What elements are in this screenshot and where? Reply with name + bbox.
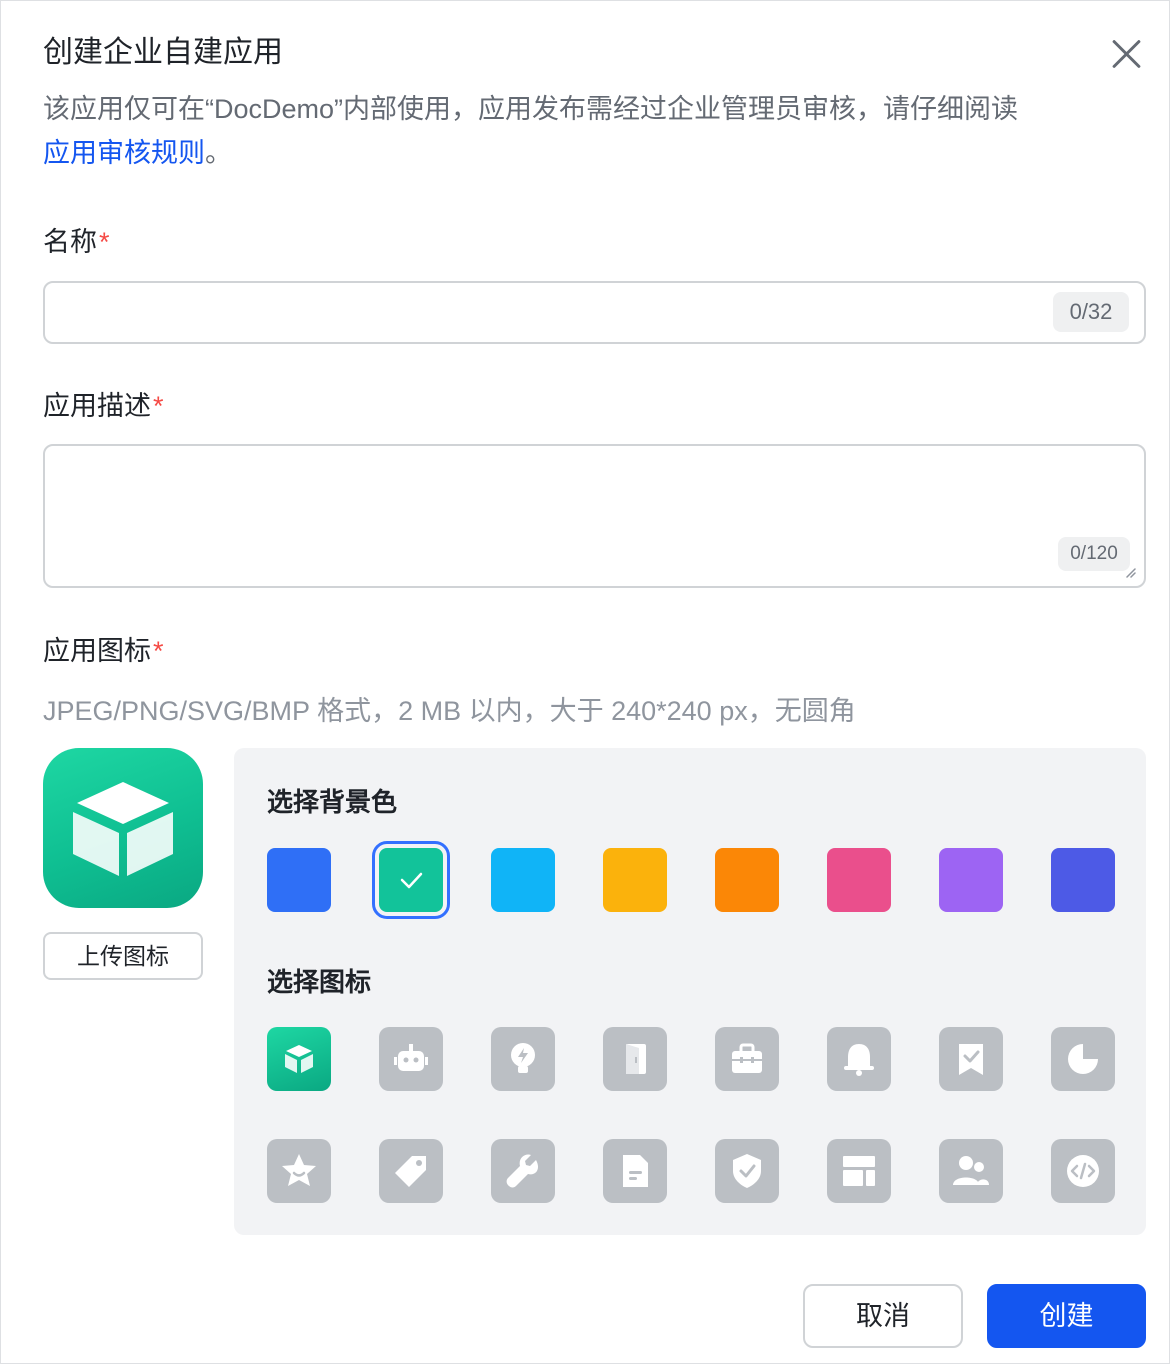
background-color-heading: 选择背景色 [267, 787, 398, 817]
star-icon [282, 1154, 316, 1186]
description-char-counter: 0/120 [1058, 537, 1130, 571]
icon-option-tag[interactable] [379, 1139, 443, 1203]
icon-option-bell[interactable] [827, 1027, 891, 1091]
icon-option-cube[interactable] [267, 1027, 331, 1091]
icon-option-shield[interactable] [715, 1139, 779, 1203]
icon-option-bookmark[interactable] [939, 1027, 1003, 1091]
description-label-text: 应用描述 [43, 391, 151, 421]
color-swatch[interactable] [715, 848, 779, 912]
icon-label: 应用图标* [43, 631, 164, 671]
color-swatch[interactable] [1051, 848, 1115, 912]
pie-chart-icon [1068, 1044, 1098, 1074]
color-swatch[interactable] [372, 841, 450, 919]
icon-format-hint: JPEG/PNG/SVG/BMP 格式，2 MB 以内，大于 240*240 p… [43, 696, 856, 726]
cube-icon [73, 782, 173, 876]
icon-option-door[interactable] [603, 1027, 667, 1091]
code-icon [1067, 1155, 1099, 1187]
layout-icon [843, 1156, 875, 1186]
bell-icon [844, 1044, 874, 1076]
icon-option-layout[interactable] [827, 1139, 891, 1203]
review-rules-link[interactable]: 应用审核规则 [43, 138, 205, 168]
check-icon [400, 872, 423, 889]
icon-option-wrench[interactable] [491, 1139, 555, 1203]
icon-option-users[interactable] [939, 1139, 1003, 1203]
cube-icon [285, 1045, 313, 1073]
users-icon [953, 1156, 989, 1185]
resize-handle-icon[interactable] [1124, 566, 1136, 578]
color-swatch[interactable] [491, 848, 555, 912]
robot-icon [394, 1044, 428, 1071]
wrench-icon [506, 1154, 539, 1188]
description-textarea[interactable]: 0/120 [43, 444, 1146, 588]
name-label-text: 名称 [43, 227, 97, 257]
color-swatch[interactable] [603, 848, 667, 912]
create-button[interactable]: 创建 [987, 1284, 1146, 1348]
tag-icon [395, 1156, 426, 1187]
icon-option-document[interactable] [603, 1139, 667, 1203]
icon-choice-heading: 选择图标 [267, 967, 372, 997]
upload-icon-button[interactable]: 上传图标 [43, 932, 203, 980]
dialog-title: 创建企业自建应用 [43, 36, 283, 69]
required-mark: * [99, 227, 110, 257]
icon-option-code[interactable] [1051, 1139, 1115, 1203]
description-label: 应用描述* [43, 386, 164, 426]
name-label: 名称* [43, 222, 110, 262]
required-mark: * [153, 391, 164, 421]
icon-preview [43, 748, 203, 908]
close-icon[interactable] [1105, 31, 1149, 75]
description-text: 该应用仅可在“DocDemo”内部使用，应用发布需经过企业管理员审核，请仔细阅读 [43, 94, 1019, 124]
name-char-counter: 0/32 [1053, 292, 1129, 332]
bookmark-check-icon [959, 1044, 983, 1075]
name-input[interactable]: 0/32 [43, 281, 1146, 344]
cancel-button[interactable]: 取消 [803, 1284, 963, 1348]
dialog-description: 该应用仅可在“DocDemo”内部使用，应用发布需经过企业管理员审核，请仔细阅读… [43, 87, 1103, 175]
icon-label-text: 应用图标 [43, 636, 151, 666]
color-swatch[interactable] [267, 848, 331, 912]
lightbulb-icon [511, 1043, 535, 1073]
door-icon [626, 1044, 646, 1074]
document-icon [623, 1155, 648, 1187]
icon-option-briefcase[interactable] [715, 1027, 779, 1091]
shield-check-icon [733, 1154, 761, 1188]
icon-option-lightbulb[interactable] [491, 1027, 555, 1091]
icon-option-robot[interactable] [379, 1027, 443, 1091]
color-swatch[interactable] [827, 848, 891, 912]
icon-option-star[interactable] [267, 1139, 331, 1203]
create-app-dialog: 创建企业自建应用 该应用仅可在“DocDemo”内部使用，应用发布需经过企业管理… [0, 0, 1170, 1364]
color-swatch[interactable] [939, 848, 1003, 912]
icon-picker-panel: 选择背景色 选择图标 [234, 748, 1146, 1235]
required-mark: * [153, 636, 164, 666]
icon-option-pie-chart[interactable] [1051, 1027, 1115, 1091]
description-end: 。 [205, 138, 232, 168]
briefcase-icon [732, 1043, 762, 1073]
